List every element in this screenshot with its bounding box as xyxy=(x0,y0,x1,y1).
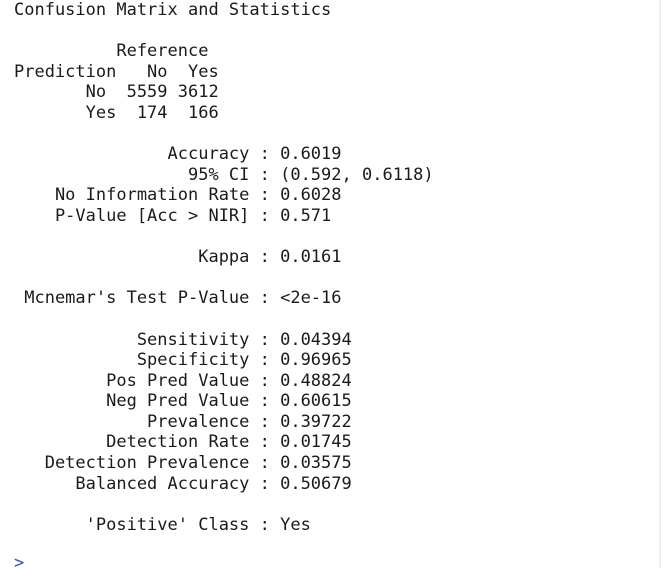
output-line-blank xyxy=(14,494,434,515)
matrix-row-no: No 5559 3612 xyxy=(14,82,219,103)
output-title: Confusion Matrix and Statistics xyxy=(14,0,332,20)
console-prompt[interactable]: > xyxy=(14,553,28,568)
stat-mcnemar-p-value: Mcnemar's Test P-Value : <2e-16 xyxy=(14,288,342,309)
matrix-reference-header: Reference xyxy=(14,41,209,62)
stat-detection-rate: Detection Rate : 0.01745 xyxy=(14,432,352,453)
stat-accuracy: Accuracy : 0.6019 xyxy=(14,144,342,165)
output-line-blank xyxy=(14,21,434,42)
stat-pos-pred-value: Pos Pred Value : 0.48824 xyxy=(14,370,352,391)
stat-sensitivity: Sensitivity : 0.04394 xyxy=(14,329,352,350)
console-output: Confusion Matrix and Statistics Referenc… xyxy=(14,0,434,556)
stat-specificity: Specificity : 0.96965 xyxy=(14,350,352,371)
stat-prevalence: Prevalence : 0.39722 xyxy=(14,411,352,432)
stat-balanced-accuracy: Balanced Accuracy : 0.50679 xyxy=(14,473,352,494)
matrix-row-yes: Yes 174 166 xyxy=(14,102,219,123)
stat-positive-class: 'Positive' Class : Yes xyxy=(14,514,311,535)
output-line-blank xyxy=(14,124,434,145)
output-line-blank xyxy=(14,227,434,248)
stat-detection-prevalence: Detection Prevalence : 0.03575 xyxy=(14,453,352,474)
output-line-blank xyxy=(14,309,434,330)
stat-no-information-rate: No Information Rate : 0.6028 xyxy=(14,185,342,206)
output-line-blank xyxy=(14,535,434,556)
stat-95-ci: 95% CI : (0.592, 0.6118) xyxy=(14,164,434,185)
stat-kappa: Kappa : 0.0161 xyxy=(14,247,342,268)
matrix-column-header: Prediction No Yes xyxy=(14,61,219,82)
output-line-blank xyxy=(14,268,434,289)
stat-neg-pred-value: Neg Pred Value : 0.60615 xyxy=(14,391,352,412)
stat-p-value-acc-nir: P-Value [Acc > NIR] : 0.571 xyxy=(14,205,332,226)
